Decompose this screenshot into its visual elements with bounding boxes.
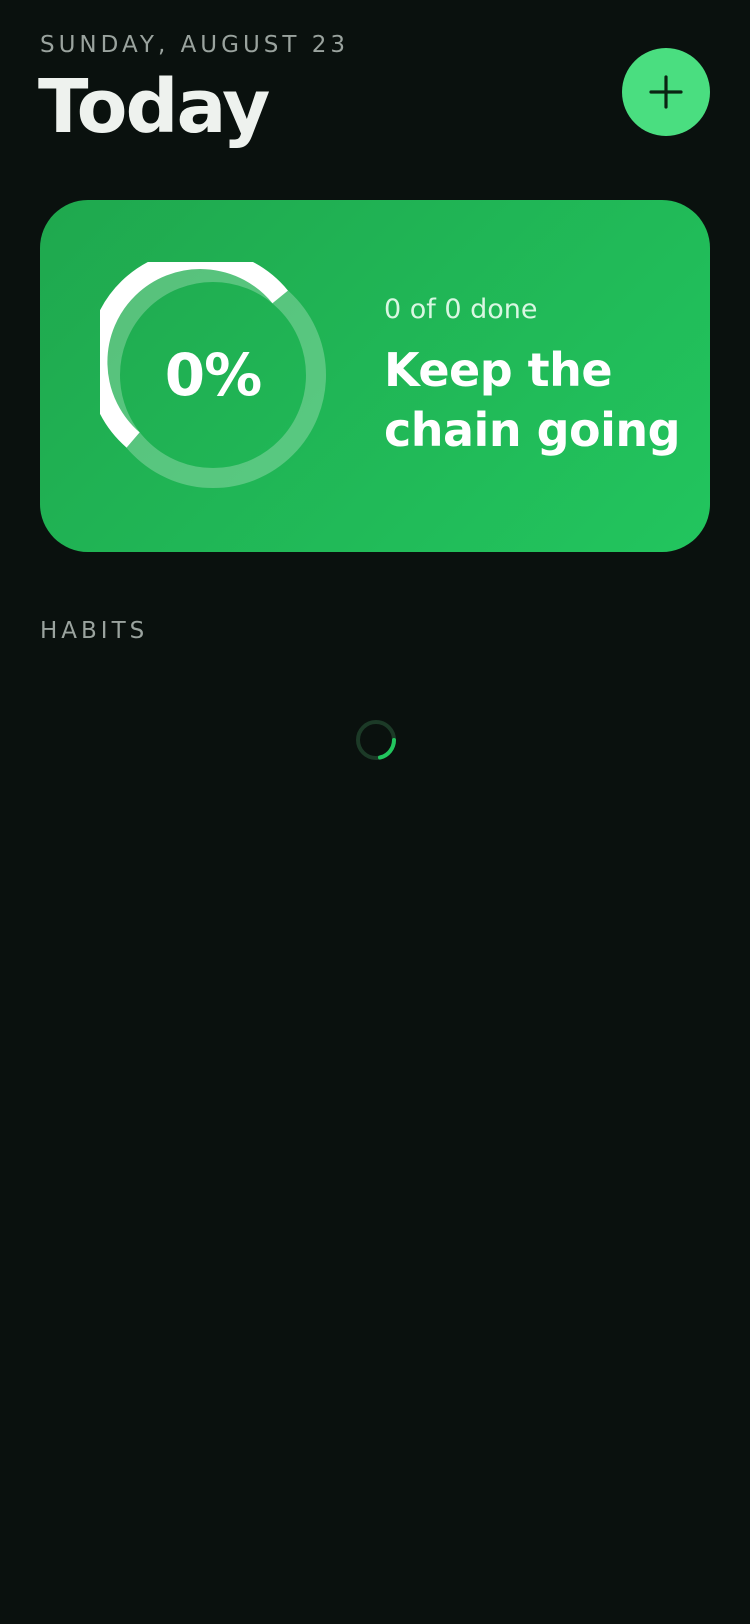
plus-icon xyxy=(649,75,683,109)
loading-spinner-icon xyxy=(356,720,396,760)
motivation-message: Keep the chain going xyxy=(384,343,681,457)
date-label: SUNDAY, AUGUST 23 xyxy=(40,32,350,58)
done-count: 0 of 0 done xyxy=(384,294,538,325)
daily-progress-card: 0% 0 of 0 done Keep the chain going xyxy=(40,200,710,552)
habits-section-heading: HABITS xyxy=(40,618,149,644)
page-title: Today xyxy=(38,64,270,150)
progress-percent: 0% xyxy=(164,341,262,409)
add-habit-button[interactable] xyxy=(622,48,710,136)
